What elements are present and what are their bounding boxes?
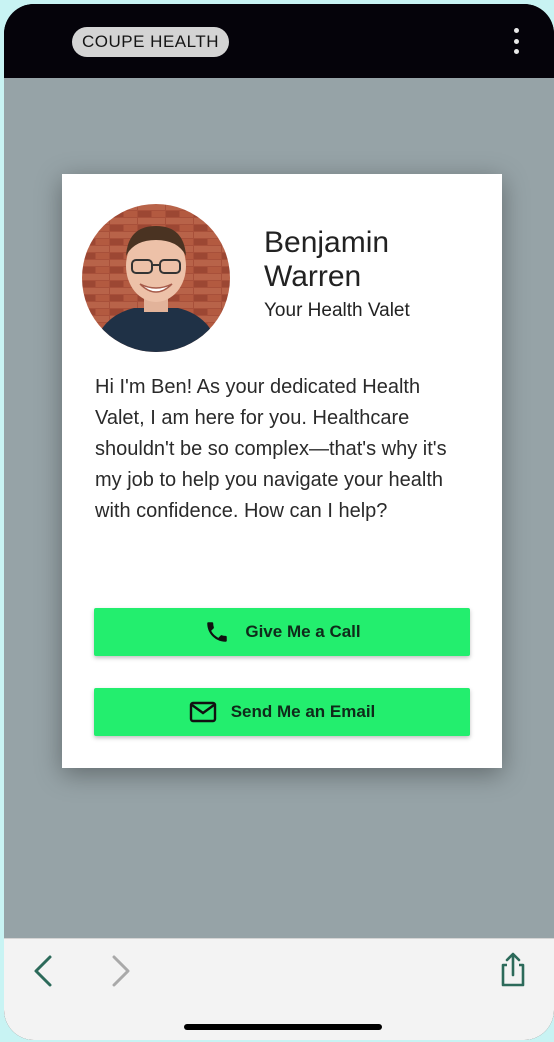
email-button[interactable]: Send Me an Email bbox=[94, 688, 470, 736]
mail-icon bbox=[189, 698, 217, 726]
modal-backdrop[interactable]: Benjamin Warren Your Health Valet Hi I'm… bbox=[4, 78, 554, 938]
home-indicator[interactable] bbox=[184, 1024, 382, 1030]
chevron-right-icon[interactable] bbox=[108, 953, 134, 989]
chevron-left-icon[interactable] bbox=[30, 953, 56, 989]
share-icon[interactable] bbox=[498, 951, 528, 989]
phone-frame: COUPE HEALTH Benjamin Warren Your Health… bbox=[4, 4, 554, 1040]
more-vertical-icon[interactable] bbox=[512, 28, 520, 54]
browser-toolbar bbox=[4, 938, 554, 1040]
avatar bbox=[82, 204, 230, 352]
avatar-photo bbox=[82, 204, 230, 352]
call-button[interactable]: Give Me a Call bbox=[94, 608, 470, 656]
email-button-label: Send Me an Email bbox=[230, 702, 376, 721]
profile-name: Benjamin Warren bbox=[264, 226, 390, 293]
profile-title: Your Health Valet bbox=[264, 300, 410, 321]
call-button-label: Give Me a Call bbox=[245, 622, 361, 641]
app-header: COUPE HEALTH bbox=[4, 4, 554, 78]
phone-icon bbox=[203, 618, 231, 646]
profile-card: Benjamin Warren Your Health Valet Hi I'm… bbox=[62, 174, 502, 768]
brand-logo[interactable]: COUPE HEALTH bbox=[72, 27, 229, 57]
profile-bio: Hi I'm Ben! As your dedicated Health Val… bbox=[95, 376, 447, 522]
